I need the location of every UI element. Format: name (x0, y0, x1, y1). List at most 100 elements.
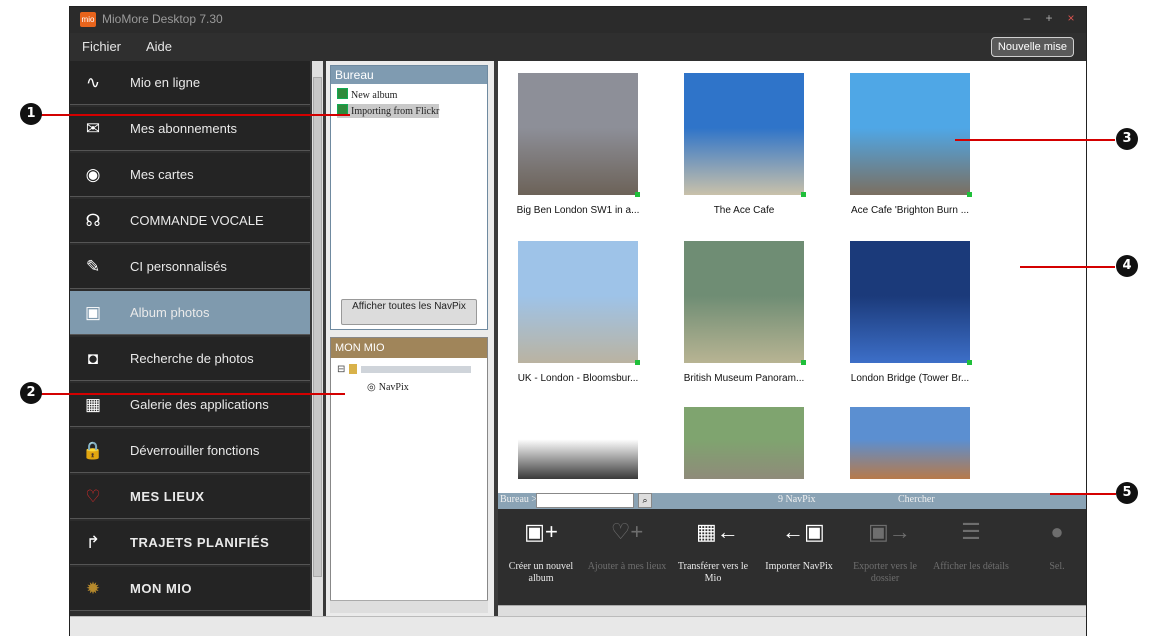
compass-icon: ◉ (85, 165, 101, 184)
apps-grid-icon: ▦ (84, 395, 102, 414)
sidebar-item-label: CI personnalisés (130, 259, 227, 274)
sun-gear-icon: ✹ (85, 579, 101, 598)
monmio-panel: MON MIO ⊟ ◎ NavPix (330, 337, 488, 612)
photo-caption: Big Ben London SW1 in a... (516, 205, 640, 216)
synced-indicator (967, 360, 972, 365)
sidebar-item-d-verrouiller-fonctions[interactable]: 🔒 Déverrouiller fonctions (70, 429, 310, 473)
monmio-title: MON MIO (331, 338, 487, 358)
sidebar-item-recherche-de-photos[interactable]: ◘ Recherche de photos (70, 337, 310, 381)
sidebar-item-label: MES LIEUX (130, 489, 205, 504)
add-favorite-button[interactable]: ♡+ Ajouter à mes lieux (584, 509, 670, 605)
tool-label: Afficher les détails (933, 561, 1009, 572)
photo-thumbnail[interactable]: The Ace Cafe (684, 73, 806, 216)
pin-icon: ● (1050, 519, 1064, 544)
callout-4: 4 (1116, 255, 1138, 277)
synced-indicator (967, 192, 972, 197)
callout-3: 3 (1116, 128, 1138, 150)
sidebar-item-label: MON MIO (130, 581, 192, 596)
callout-2: 2 (20, 382, 42, 404)
photo-thumbnail[interactable]: Ace Cafe 'Brighton Burn ... (850, 73, 972, 216)
padlock-icon: 🔒 (82, 441, 104, 460)
sidebar-item-label: COMMANDE VOCALE (130, 213, 264, 228)
show-all-navpix-button[interactable]: Afficher toutes les NavPix (341, 299, 477, 325)
pin-button[interactable]: ● Sel. (1014, 509, 1088, 605)
album-item-flickr[interactable]: Importing from Flickr (337, 104, 440, 118)
navpix-icon: ◎ (367, 382, 376, 393)
tool-label: Exporter vers le dossier (853, 561, 917, 584)
transfer-to-mio-icon: ▦← (696, 519, 739, 544)
synced-indicator (635, 192, 640, 197)
navpix-folder[interactable]: ◎ NavPix (367, 382, 409, 396)
heart-icon: ♡ (85, 487, 101, 506)
sidebar-item-label: Mes abonnements (130, 121, 237, 136)
photo-thumbnail[interactable] (850, 407, 970, 479)
menu-aide[interactable]: Aide (146, 39, 172, 54)
import-navpix-button[interactable]: ←▣ Importer NavPix (756, 509, 842, 605)
signal-wave-icon: ∿ (85, 73, 101, 92)
menu-fichier[interactable]: Fichier (82, 39, 121, 54)
photo-caption: London Bridge (Tower Br... (850, 373, 970, 384)
details-list-icon: ☰ (961, 519, 981, 544)
transfer-to-mio-button[interactable]: ▦← Transférer vers le Mio (670, 509, 756, 605)
sidebar-item-commande-vocale[interactable]: ☊ COMMANDE VOCALE (70, 199, 310, 243)
close-button[interactable]: × (1064, 11, 1078, 25)
sidebar-scroll-thumb[interactable] (313, 77, 322, 577)
callout-line-5 (1050, 493, 1116, 495)
sidebar-item-label: Recherche de photos (130, 351, 254, 366)
new-album-icon: ▣+ (524, 519, 558, 544)
sidebar-item-trajets-planifi-s[interactable]: ↱ TRAJETS PLANIFIÉS (70, 521, 310, 565)
sidebar-item-label: Album photos (130, 305, 210, 320)
folder-hscrollbar[interactable] (330, 600, 488, 613)
sidebar-item-label: Galerie des applications (130, 397, 269, 412)
photo-caption: Ace Cafe 'Brighton Burn ... (850, 205, 970, 216)
new-album-button[interactable]: ▣+ Créer un nouvel album (498, 509, 584, 605)
callout-line-4 (1020, 266, 1115, 268)
sidebar-item-label: TRAJETS PLANIFIÉS (130, 535, 270, 550)
app-logo: mio (80, 12, 96, 27)
synced-indicator (801, 192, 806, 197)
photo-caption: UK - London - Bloomsbur... (517, 373, 639, 384)
photo-thumbnail[interactable] (684, 407, 804, 479)
callout-1: 1 (20, 103, 42, 125)
voice-icon: ☊ (85, 211, 101, 230)
sidebar-item-mes-lieux[interactable]: ♡ MES LIEUX (70, 475, 310, 519)
sidebar-item-label: Mes cartes (130, 167, 194, 182)
sidebar-item-mes-cartes[interactable]: ◉ Mes cartes (70, 153, 310, 197)
export-button[interactable]: ▣→ Exporter vers le dossier (842, 509, 928, 605)
tool-label: Transférer vers le Mio (677, 561, 749, 584)
window-title: MioMore Desktop 7.30 (102, 12, 223, 26)
sidebar-item-ci-personnalis-s[interactable]: ✎ CI personnalisés (70, 245, 310, 289)
app-window: mio MioMore Desktop 7.30 – + × Fichier A… (70, 7, 1088, 636)
details-list-button[interactable]: ☰ Afficher les détails (928, 509, 1014, 605)
search-input[interactable] (536, 493, 634, 508)
sidebar-item-mio-en-ligne[interactable]: ∿ Mio en ligne (70, 61, 310, 105)
photo-thumbnail[interactable] (518, 407, 638, 479)
album-item-new[interactable]: New album (337, 88, 397, 102)
sidebar-item-mon-mio[interactable]: ✹ MON MIO (70, 567, 310, 611)
minimize-button[interactable]: – (1020, 11, 1034, 25)
maximize-button[interactable]: + (1042, 11, 1056, 25)
bureau-title: Bureau (331, 66, 487, 84)
tool-label: Importer NavPix (765, 561, 833, 572)
photo-caption: British Museum Panoram... (683, 373, 805, 384)
device-icon (349, 364, 357, 374)
photo-thumbnail[interactable]: London Bridge (Tower Br... (850, 241, 972, 384)
photo-thumbnail[interactable]: Big Ben London SW1 in a... (517, 73, 640, 216)
sidebar-item-album-photos[interactable]: ▣ Album photos (70, 291, 310, 335)
search-icon[interactable]: ⌕ (638, 493, 652, 508)
synced-indicator (801, 360, 806, 365)
search-label: Chercher (898, 494, 935, 505)
new-release-button[interactable]: Nouvelle mise (990, 37, 1074, 57)
tree-expander-icon[interactable]: ⊟ (337, 364, 345, 375)
navpix-count: 9 NavPix (778, 494, 816, 505)
tool-label: Sel. (1049, 561, 1065, 572)
album-label: New album (351, 90, 398, 101)
photo-thumbnail[interactable]: British Museum Panoram... (684, 241, 806, 384)
sidebar-item-galerie-des-applications[interactable]: ▦ Galerie des applications (70, 383, 310, 427)
sidebar-item-label: Déverrouiller fonctions (130, 443, 260, 458)
photo-thumbnail[interactable]: UK - London - Bloomsbur... (518, 241, 640, 384)
album-icon (337, 88, 348, 99)
navpix-label: NavPix (378, 382, 409, 393)
route-icon: ↱ (85, 533, 101, 552)
callout-5: 5 (1116, 482, 1138, 504)
